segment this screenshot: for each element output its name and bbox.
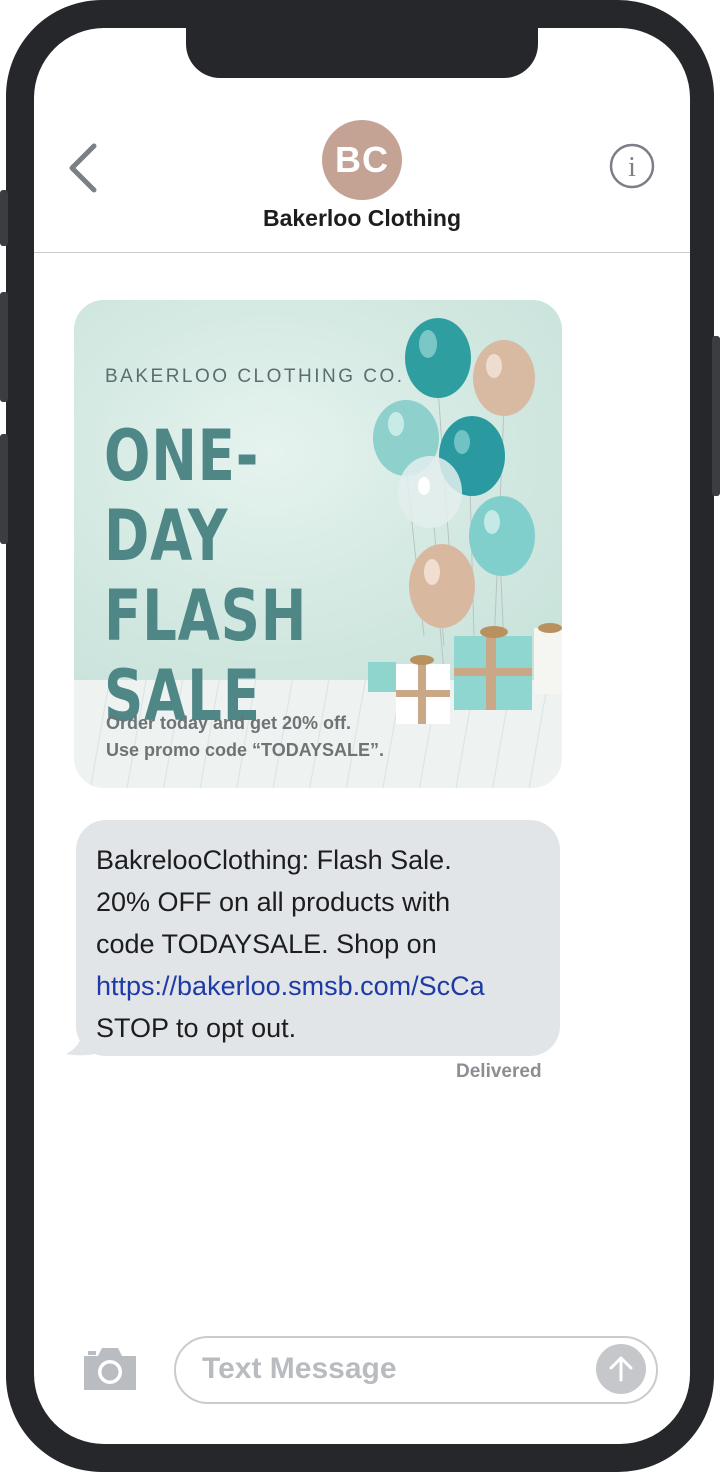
side-button-volume-down [0, 434, 8, 544]
promo-note-line: Use promo code “TODAYSALE”. [106, 740, 385, 760]
svg-text:i: i [628, 152, 636, 183]
message-input-placeholder: Text Message [202, 1352, 397, 1385]
camera-button[interactable] [80, 1344, 140, 1394]
promo-brand: BAKERLOO CLOTHING CO. [105, 366, 405, 387]
avatar[interactable]: BC [322, 120, 402, 200]
message-link[interactable]: https://bakerloo.smsb.com/ScCa [96, 965, 566, 1007]
message-line: STOP to opt out. [96, 1013, 297, 1043]
side-button-power [712, 336, 720, 496]
side-button-volume-up [0, 292, 8, 402]
contact-name: Bakerloo Clothing [262, 205, 462, 231]
phone-screen: BC Bakerloo Clothing i BAKERLOO CLOTHING… [34, 28, 690, 1444]
avatar-initials: BC [335, 139, 389, 180]
delivery-status: Delivered [456, 1061, 542, 1082]
promo-image-message[interactable]: BAKERLOO CLOTHING CO. ONE-DAY FLASH SALE… [74, 300, 562, 788]
arrow-up-icon [609, 1356, 633, 1382]
promo-note: Order today and get 20% off. Use promo c… [106, 710, 384, 764]
message-line: 20% OFF on all products with [96, 887, 451, 917]
message-line: BakrelooClothing: Flash Sale. [96, 845, 452, 875]
message-line: code TODAYSALE. Shop on [96, 929, 437, 959]
info-icon: i [609, 143, 655, 189]
conversation-header: BC Bakerloo Clothing i [34, 28, 690, 253]
promo-note-line: Order today and get 20% off. [106, 713, 352, 733]
camera-icon [84, 1348, 136, 1390]
message-input[interactable]: Text Message [174, 1336, 658, 1404]
side-button-silent [0, 190, 8, 246]
text-message-body: BakrelooClothing: Flash Sale. 20% OFF on… [96, 839, 566, 1049]
promo-headline: ONE-DAY FLASH SALE [104, 416, 322, 736]
info-button[interactable]: i [608, 142, 656, 190]
chevron-left-icon [69, 143, 97, 193]
back-button[interactable] [64, 140, 104, 196]
send-button[interactable] [596, 1344, 646, 1394]
promo-headline-line: FLASH [104, 575, 308, 657]
promo-headline-line: ONE-DAY [104, 415, 260, 577]
